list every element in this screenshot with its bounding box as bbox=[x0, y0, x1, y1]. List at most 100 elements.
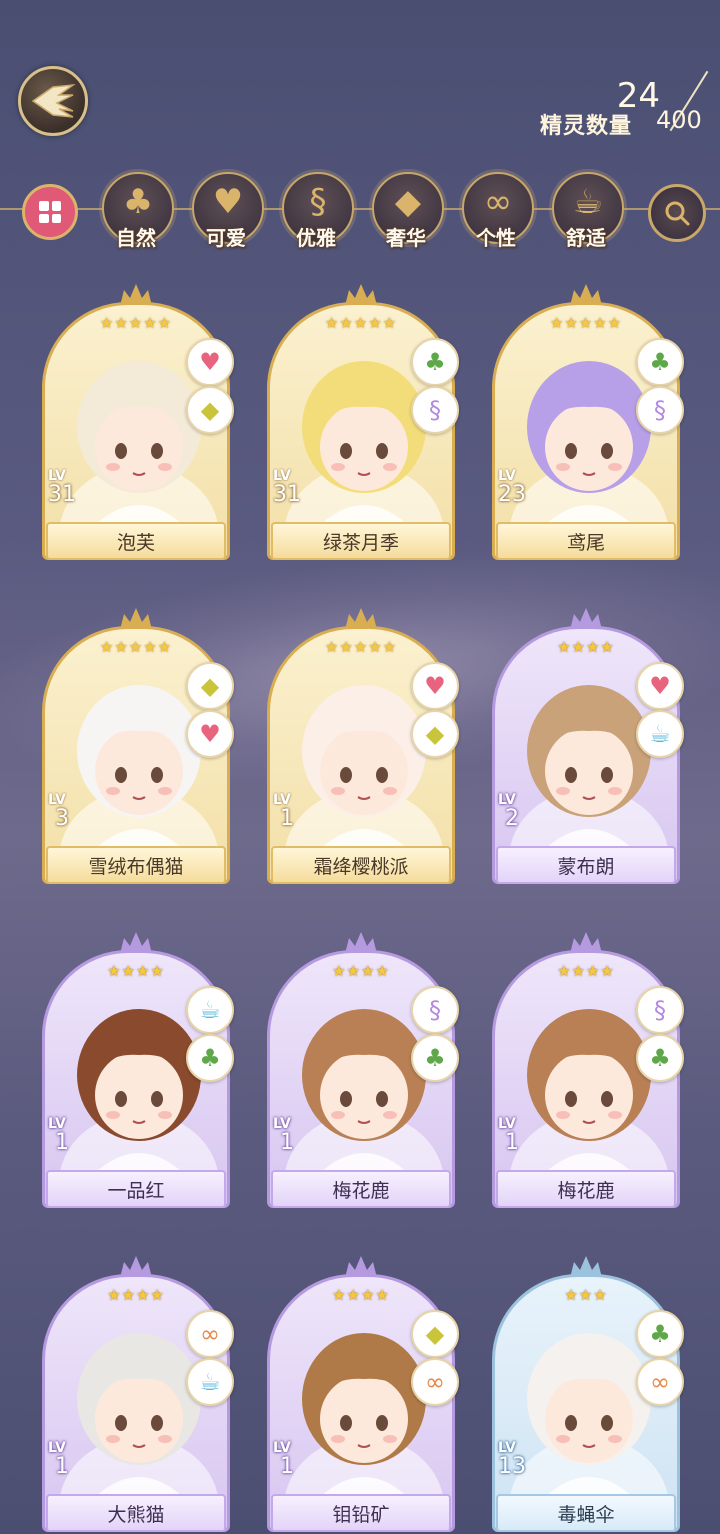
rarity-stars: ★★★★★ bbox=[99, 314, 173, 332]
diamond-icon: ◆ bbox=[411, 1310, 459, 1358]
spirit-card[interactable]: ★★★ ♣ ∞ LV 13 毒蝇伞 bbox=[490, 1254, 684, 1534]
level-badge: LV 1 bbox=[265, 1116, 311, 1160]
swan-icon: § bbox=[309, 182, 327, 222]
spirit-name: 梅花鹿 bbox=[496, 1170, 676, 1208]
spirit-name: 霜绛樱桃派 bbox=[271, 846, 451, 884]
spirit-count-label: 精灵数量 bbox=[540, 114, 633, 139]
back-button[interactable] bbox=[18, 66, 88, 136]
rarity-stars: ★★★★★ bbox=[99, 638, 173, 656]
clover-icon: ♣ bbox=[636, 1034, 684, 1082]
level-badge: LV 1 bbox=[40, 1440, 86, 1484]
spirit-card[interactable]: ★★★★★ ♥ ◆ LV 1 霜绛樱桃派 bbox=[267, 606, 459, 886]
clover-icon: ♣ bbox=[411, 338, 459, 386]
spirit-name: 大熊猫 bbox=[46, 1494, 226, 1532]
rarity-stars: ★★★★ bbox=[557, 638, 615, 656]
level-value: 1 bbox=[55, 1454, 69, 1479]
level-value: 31 bbox=[48, 482, 76, 507]
level-value: 1 bbox=[280, 1130, 294, 1155]
level-badge: LV 13 bbox=[490, 1440, 536, 1484]
level-badge: LV 31 bbox=[40, 468, 86, 512]
rarity-stars: ★★★★ bbox=[332, 1286, 390, 1304]
teacup-icon: ☕ bbox=[636, 710, 684, 758]
level-badge: LV 3 bbox=[40, 792, 86, 836]
heart-icon: ♥ bbox=[411, 662, 459, 710]
glasses-icon: ∞ bbox=[186, 1310, 234, 1358]
rarity-stars: ★★★ bbox=[564, 1286, 608, 1304]
spirit-card[interactable]: ★★★★★ ♥ ◆ LV 31 泡芙 bbox=[40, 282, 234, 562]
spirit-card[interactable]: ★★★★★ ♣ § LV 31 绿茶月季 bbox=[265, 282, 459, 562]
level-badge: LV 2 bbox=[490, 792, 536, 836]
spirit-card[interactable]: ★★★★ ♥ ☕ LV 2 蒙布朗 bbox=[490, 606, 684, 886]
level-badge: LV 23 bbox=[490, 468, 536, 512]
diamond-icon: ◆ bbox=[411, 710, 459, 758]
spirit-card[interactable]: ★★★★ ☕ ♣ LV 1 一品红 bbox=[40, 930, 234, 1210]
rarity-stars: ★★★★★ bbox=[549, 314, 623, 332]
diamond-icon: ◆ bbox=[186, 386, 234, 434]
rarity-stars: ★★★★ bbox=[557, 962, 615, 980]
spirit-name: 一品红 bbox=[46, 1170, 226, 1208]
spirit-name: 毒蝇伞 bbox=[496, 1494, 676, 1532]
spirit-name: 钼铅矿 bbox=[271, 1494, 451, 1532]
level-badge: LV 1 bbox=[490, 1116, 536, 1160]
swan-icon: § bbox=[636, 386, 684, 434]
swan-icon: § bbox=[411, 986, 459, 1034]
glasses-icon: ∞ bbox=[411, 1358, 459, 1406]
level-value: 1 bbox=[280, 806, 294, 831]
diamond-icon: ◆ bbox=[394, 182, 422, 222]
heart-icon: ♥ bbox=[186, 338, 234, 386]
filter-all-button[interactable] bbox=[22, 184, 78, 240]
filter-comfort-label: 舒适 bbox=[566, 226, 606, 250]
heart-icon: ♥ bbox=[212, 182, 244, 222]
spirit-name: 雪绒布偶猫 bbox=[46, 846, 226, 884]
spirit-name: 鸢尾 bbox=[496, 522, 676, 560]
rarity-stars: ★★★★ bbox=[332, 962, 390, 980]
search-button[interactable] bbox=[648, 184, 706, 242]
spirit-count-max: 400 bbox=[656, 106, 702, 134]
filter-nature-label: 自然 bbox=[116, 226, 156, 250]
rarity-stars: ★★★★ bbox=[107, 1286, 165, 1304]
level-badge: LV 1 bbox=[40, 1116, 86, 1160]
glasses-icon: ∞ bbox=[636, 1358, 684, 1406]
spirit-name: 蒙布朗 bbox=[496, 846, 676, 884]
spirit-card[interactable]: ★★★★★ ♣ § LV 23 鸢尾 bbox=[490, 282, 684, 562]
rarity-stars: ★★★★ bbox=[107, 962, 165, 980]
level-value: 3 bbox=[55, 806, 69, 831]
rarity-stars: ★★★★★ bbox=[324, 314, 398, 332]
rarity-stars: ★★★★★ bbox=[324, 638, 398, 656]
spirit-card[interactable]: ★★★★ § ♣ LV 1 梅花鹿 bbox=[490, 930, 684, 1210]
teacup-icon: ☕ bbox=[572, 182, 604, 222]
level-badge: LV 31 bbox=[265, 468, 311, 512]
back-arrow-icon bbox=[31, 83, 76, 118]
spirit-name: 梅花鹿 bbox=[271, 1170, 451, 1208]
spirit-card[interactable]: ★★★★ ◆ ∞ LV 1 钼铅矿 bbox=[265, 1254, 459, 1534]
spirit-name: 绿茶月季 bbox=[271, 522, 451, 560]
filter-elegant-label: 优雅 bbox=[296, 226, 336, 250]
teacup-icon: ☕ bbox=[186, 1358, 234, 1406]
spirit-name: 泡芙 bbox=[46, 522, 226, 560]
spirit-card[interactable]: ★★★★ ∞ ☕ LV 1 大熊猫 bbox=[40, 1254, 234, 1534]
spirit-card[interactable]: ★★★★ § ♣ LV 1 梅花鹿 bbox=[265, 930, 459, 1210]
heart-icon: ♥ bbox=[636, 662, 684, 710]
level-value: 2 bbox=[505, 806, 519, 831]
clover-icon: ♣ bbox=[122, 182, 154, 222]
clover-icon: ♣ bbox=[636, 338, 684, 386]
clover-icon: ♣ bbox=[411, 1034, 459, 1082]
diamond-icon: ◆ bbox=[186, 662, 234, 710]
level-value: 1 bbox=[505, 1130, 519, 1155]
swan-icon: § bbox=[411, 386, 459, 434]
level-badge: LV 1 bbox=[265, 1440, 311, 1484]
clover-icon: ♣ bbox=[186, 1034, 234, 1082]
swan-icon: § bbox=[636, 986, 684, 1034]
level-value: 31 bbox=[273, 482, 301, 507]
filter-luxury-label: 奢华 bbox=[386, 226, 426, 250]
search-icon bbox=[665, 201, 690, 226]
grid-icon bbox=[39, 201, 61, 223]
heart-icon: ♥ bbox=[186, 710, 234, 758]
glasses-icon: ∞ bbox=[483, 182, 513, 222]
level-value: 1 bbox=[280, 1454, 294, 1479]
spirit-card[interactable]: ★★★★★ ◆ ♥ LV 3 雪绒布偶猫 bbox=[40, 606, 234, 886]
level-value: 23 bbox=[498, 482, 526, 507]
level-value: 13 bbox=[498, 1454, 526, 1479]
clover-icon: ♣ bbox=[636, 1310, 684, 1358]
level-value: 1 bbox=[55, 1130, 69, 1155]
